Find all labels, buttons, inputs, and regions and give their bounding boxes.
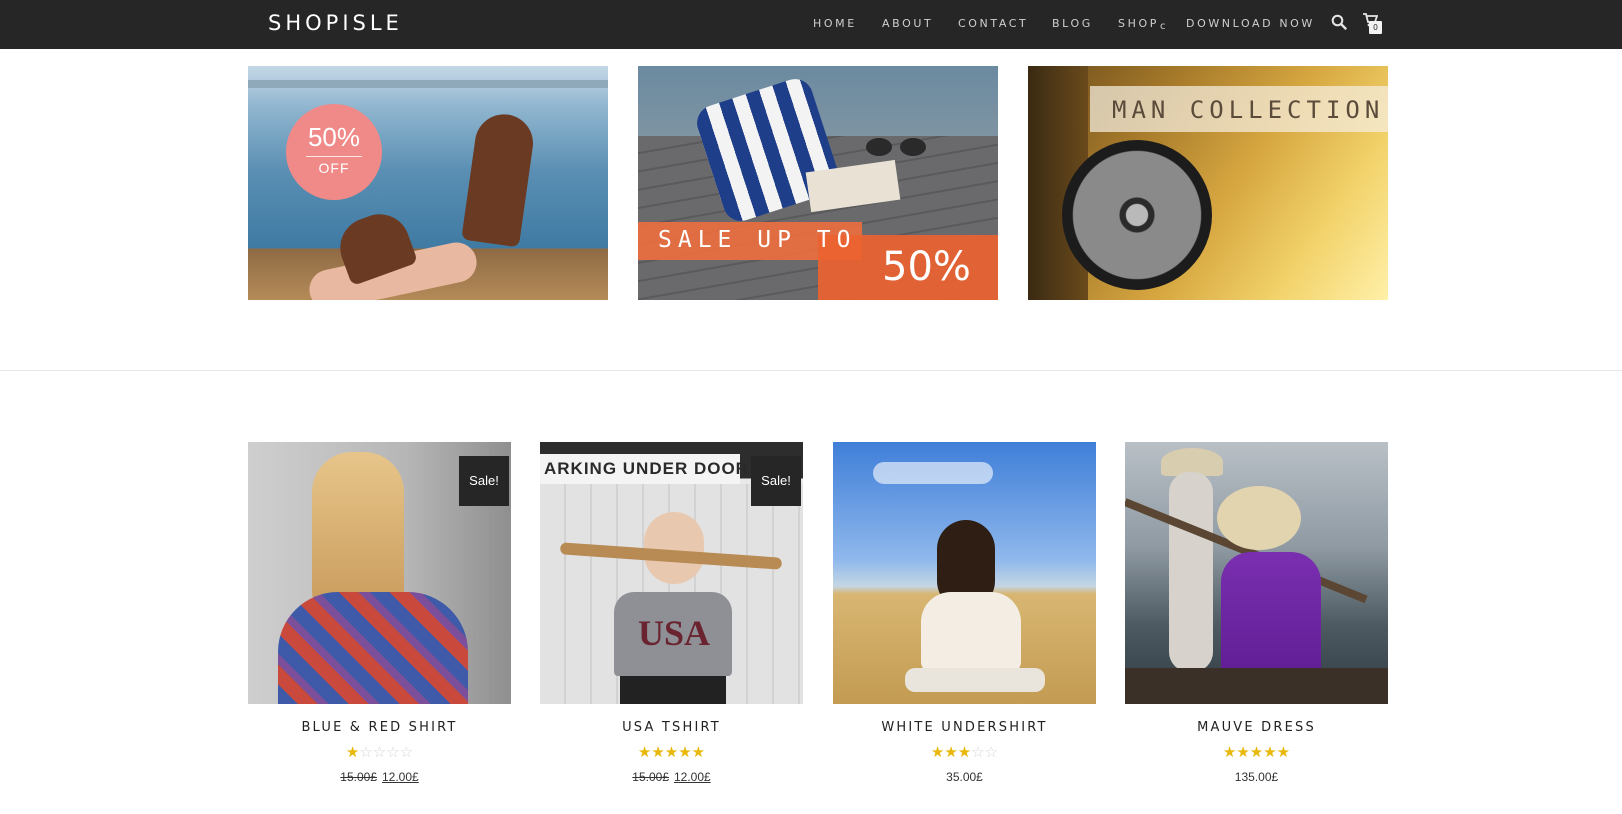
sign-text: ARKING UNDER DOOR <box>544 459 749 478</box>
product-price: 15.00£ 12.00£ <box>248 770 511 784</box>
horizon-shore <box>248 80 608 88</box>
cart-count-badge: 0 <box>1369 21 1382 34</box>
star-empty-icon: ☆ <box>984 744 999 761</box>
star-filled-icon: ★ <box>957 744 972 761</box>
price: 35.00£ <box>946 770 983 784</box>
star-filled-icon: ★ <box>637 744 652 761</box>
product-price: 15.00£ 12.00£ <box>540 770 803 784</box>
collection-title: MAN COLLECTION <box>1112 96 1385 124</box>
sunglasses-left-lens <box>866 138 892 156</box>
conical-hat-front <box>1217 486 1301 550</box>
rower-figure <box>1169 472 1213 672</box>
star-filled-icon: ★ <box>678 744 692 761</box>
product-title[interactable]: MAUVE DRESS <box>1125 720 1388 735</box>
star-empty-icon: ☆ <box>359 744 373 761</box>
star-empty-icon: ☆ <box>386 744 400 761</box>
nav-blog[interactable]: BLOG <box>1052 17 1093 30</box>
star-filled-icon: ★ <box>944 744 958 761</box>
product-image[interactable]: ARKING UNDER DOOR USA Sale! <box>540 442 803 704</box>
star-filled-icon: ★ <box>930 744 945 761</box>
sunglasses-right-lens <box>900 138 926 156</box>
nav-shop[interactable]: SHOPc <box>1118 17 1166 32</box>
star-filled-icon: ★ <box>1236 744 1250 761</box>
rating-stars: ★★★☆☆ <box>833 743 1096 761</box>
star-filled-icon: ★ <box>691 744 706 761</box>
rating-stars: ★★★★★ <box>1125 743 1388 761</box>
sale-percent: 50% <box>882 244 971 290</box>
discount-value: 50% <box>307 122 361 152</box>
star-filled-icon: ★ <box>1276 744 1291 761</box>
product-price: 135.00£ <box>1125 770 1388 784</box>
boot-right <box>461 110 537 248</box>
discount-label: OFF <box>318 160 350 176</box>
star-empty-icon: ☆ <box>971 744 985 761</box>
star-filled-icon: ★ <box>1263 744 1277 761</box>
product-price: 35.00£ <box>833 770 1096 784</box>
banner-boots-sale[interactable]: 50% OFF <box>248 66 608 300</box>
banner-sale-up-to[interactable]: SALE UP TO 50% <box>638 66 998 300</box>
shirt-print: USA <box>638 613 711 653</box>
old-price: 15.00£ <box>340 770 377 784</box>
discount-badge: 50% OFF <box>286 104 382 200</box>
white-undershirt <box>921 592 1021 672</box>
product-image[interactable]: Sale! <box>248 442 511 704</box>
sale-price: 12.00£ <box>674 770 711 784</box>
discount-divider <box>306 156 362 157</box>
section-divider <box>0 370 1622 371</box>
cloud-shape <box>873 462 993 484</box>
star-filled-icon: ★ <box>664 744 679 761</box>
star-empty-icon: ☆ <box>372 744 387 761</box>
star-filled-icon: ★ <box>1249 744 1264 761</box>
nav-about[interactable]: ABOUT <box>882 17 933 30</box>
product-image[interactable] <box>1125 442 1388 704</box>
nav-contact[interactable]: CONTACT <box>958 17 1028 30</box>
nav-shop-label: SHOP <box>1118 17 1159 30</box>
star-filled-icon: ★ <box>651 744 665 761</box>
sale-heading: SALE UP TO <box>658 227 857 253</box>
car-wheel <box>1062 140 1212 290</box>
product-title[interactable]: BLUE & RED SHIRT <box>248 720 511 735</box>
star-filled-icon: ★ <box>345 744 360 761</box>
product-title[interactable]: WHITE UNDERSHIRT <box>833 720 1096 735</box>
blanket-shape <box>905 668 1045 692</box>
nav-home[interactable]: HOME <box>813 17 857 30</box>
site-logo[interactable]: SHOPISLE <box>268 11 403 35</box>
rating-stars: ★☆☆☆☆ <box>248 743 511 761</box>
star-filled-icon: ★ <box>1222 744 1237 761</box>
rating-stars: ★★★★★ <box>540 743 803 761</box>
plaid-shirt <box>278 592 468 704</box>
boat-shape <box>1125 668 1388 704</box>
sale-price: 12.00£ <box>382 770 419 784</box>
star-empty-icon: ☆ <box>399 744 414 761</box>
price: 135.00£ <box>1234 770 1279 784</box>
old-price: 15.00£ <box>632 770 669 784</box>
jeans-shape <box>620 676 726 704</box>
hair-shape <box>312 452 404 612</box>
nav-shop-caret: c <box>1159 21 1166 32</box>
product-title[interactable]: USA TSHIRT <box>540 720 803 735</box>
sale-badge: Sale! <box>751 456 801 506</box>
sale-badge: Sale! <box>459 456 509 506</box>
banner-man-collection[interactable]: MAN COLLECTION <box>1028 66 1388 300</box>
nav-download[interactable]: DOWNLOAD NOW <box>1186 17 1315 30</box>
product-image[interactable] <box>833 442 1096 704</box>
top-navbar: SHOPISLE HOME ABOUT CONTACT BLOG SHOPc D… <box>0 0 1622 49</box>
search-icon[interactable] <box>1331 14 1347 35</box>
